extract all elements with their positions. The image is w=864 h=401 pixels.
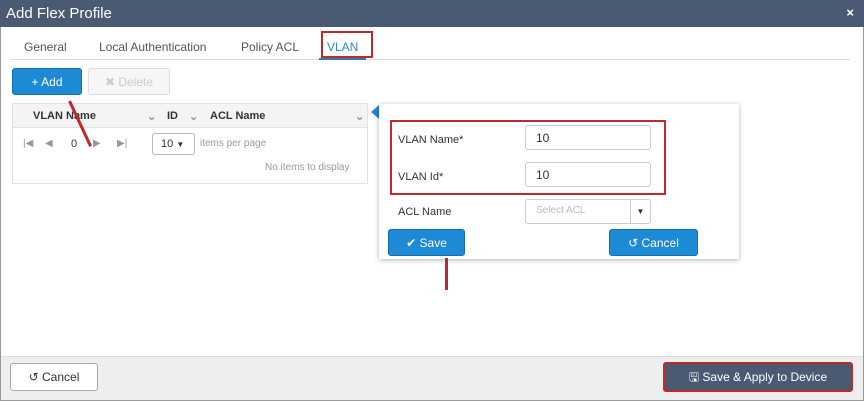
chevron-down-icon[interactable]: ⌄: [189, 110, 198, 123]
delete-button[interactable]: ✖ Delete: [88, 68, 170, 95]
vlan-grid: VLAN Name ⌄ ID ⌄ ACL Name ⌄ |◀ ◀ 0 ▶ ▶| …: [12, 103, 368, 184]
plus-icon: +: [31, 75, 42, 89]
dialog-title: Add Flex Profile: [6, 5, 112, 22]
annotation-arrow: [445, 258, 448, 290]
x-icon: ✖: [104, 75, 119, 89]
tab-bar: General Local Authentication Policy ACL …: [10, 34, 850, 60]
last-page-icon[interactable]: ▶|: [117, 138, 127, 149]
check-icon: ✔: [406, 236, 420, 250]
next-page-icon[interactable]: ▶: [93, 138, 101, 149]
grid-header: VLAN Name ⌄ ID ⌄ ACL Name ⌄: [13, 104, 367, 128]
highlight-box: [321, 31, 373, 58]
dropdown-icon: ▼: [176, 140, 185, 149]
footer-cancel-button[interactable]: ↺ Cancel: [10, 363, 98, 391]
tab-policy-acl[interactable]: Policy ACL: [241, 40, 299, 54]
caret-icon: [371, 105, 379, 119]
add-button[interactable]: + Add: [12, 68, 82, 95]
close-icon[interactable]: ×: [846, 5, 854, 20]
chevron-down-icon[interactable]: ⌄: [147, 110, 156, 123]
save-button[interactable]: ✔ Save: [388, 229, 465, 256]
page-size-select[interactable]: 10 ▼: [152, 133, 195, 155]
empty-message: No items to display: [265, 162, 350, 173]
acl-name-label: ACL Name: [398, 206, 452, 218]
save-apply-button[interactable]: 🖫 Save & Apply to Device: [663, 362, 853, 392]
column-acl-name[interactable]: ACL Name: [210, 110, 265, 122]
dialog-titlebar: Add Flex Profile ×: [0, 0, 864, 27]
first-page-icon[interactable]: |◀: [23, 138, 33, 149]
cancel-button[interactable]: ↺ Cancel: [609, 229, 698, 256]
prev-page-icon[interactable]: ◀: [45, 138, 53, 149]
acl-select[interactable]: Select ACL ▼: [525, 199, 651, 224]
undo-icon: ↺: [28, 370, 43, 384]
page-number: 0: [71, 138, 78, 150]
chevron-down-icon[interactable]: ⌄: [355, 110, 364, 123]
save-icon: 🖫: [688, 370, 703, 384]
column-id[interactable]: ID: [167, 110, 178, 122]
tab-local-authentication[interactable]: Local Authentication: [99, 40, 206, 54]
undo-icon: ↺: [628, 236, 642, 250]
dropdown-icon: ▼: [630, 200, 650, 223]
dialog-footer: ↺ Cancel 🖫 Save & Apply to Device: [1, 356, 863, 400]
items-per-page-label: items per page: [200, 138, 267, 149]
tab-general[interactable]: General: [24, 40, 67, 54]
highlight-box: [390, 120, 666, 195]
column-vlan-name[interactable]: VLAN Name: [33, 110, 96, 122]
